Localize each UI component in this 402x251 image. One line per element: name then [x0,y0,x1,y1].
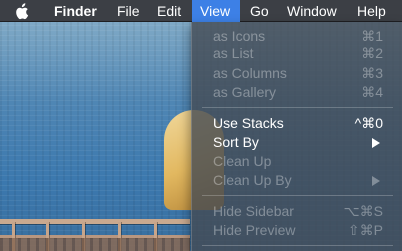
menu-item-label: Hide Sidebar [213,203,294,219]
menu-item-label: as Columns [213,65,287,81]
menu-item-clean-up[interactable]: Clean Up [192,152,402,171]
menu-item-as-gallery[interactable]: as Gallery ⌘4 [192,83,402,102]
menu-item-label: Clean Up By [213,172,292,188]
menu-separator [202,195,393,196]
menu-item-hide-sidebar[interactable]: Hide Sidebar ⌥⌘S [192,202,402,221]
view-dropdown-menu: as Icons ⌘1 as List ⌘2 as Columns ⌘3 as … [191,22,402,251]
menu-item-hide-preview[interactable]: Hide Preview ⇧⌘P [192,221,402,240]
submenu-arrow-icon [372,176,380,186]
menu-item-shortcut: ⌥⌘S [343,203,383,219]
menu-separator [202,245,393,246]
menu-item-shortcut: ⌘2 [361,45,383,61]
submenu-arrow-icon [372,138,380,148]
apple-logo-icon[interactable] [13,0,33,22]
menu-window[interactable]: Window [287,0,337,22]
menu-item-as-list[interactable]: as List ⌘2 [192,44,402,63]
menu-item-use-stacks[interactable]: Use Stacks ^⌘0 [192,114,402,133]
menu-item-label: Clean Up [213,153,272,169]
menu-bar: Finder File Edit View Go Window Help [0,0,402,22]
menu-item-clean-up-by[interactable]: Clean Up By [192,171,402,190]
menu-item-label: as List [213,45,254,61]
menu-item-label: Sort By [213,134,259,150]
menu-item-sort-by[interactable]: Sort By [192,133,402,152]
menu-view[interactable]: View [192,0,240,22]
wallpaper-deck [0,238,190,251]
menu-help[interactable]: Help [357,0,386,22]
menu-app-finder[interactable]: Finder [54,0,97,22]
menu-item-shortcut: ⌘4 [361,84,383,100]
menu-item-as-columns[interactable]: as Columns ⌘3 [192,64,402,83]
menu-item-shortcut: ⌘3 [361,65,383,81]
menu-item-label: Hide Preview [213,222,296,238]
menu-item-shortcut: ^⌘0 [354,115,383,131]
wallpaper-fence-rail [0,219,190,224]
menu-file[interactable]: File [117,0,140,22]
menu-item-label: as Gallery [213,84,277,100]
menu-item-label: Use Stacks [213,115,284,131]
menu-item-shortcut: ⇧⌘P [347,222,383,238]
menu-edit[interactable]: Edit [157,0,181,22]
menu-separator [202,107,393,108]
menu-go[interactable]: Go [250,0,269,22]
